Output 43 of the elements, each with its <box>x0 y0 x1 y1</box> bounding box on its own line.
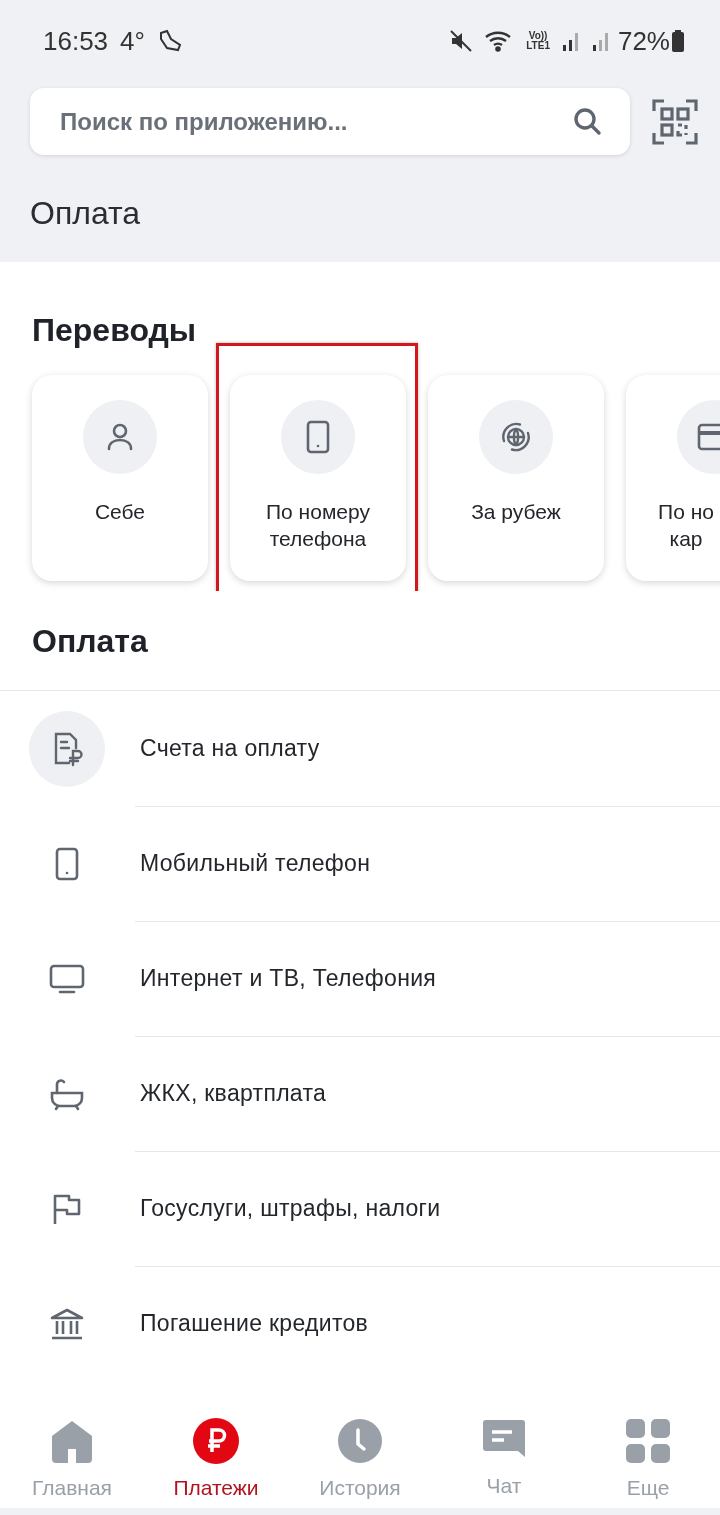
payment-item[interactable]: Погашение кредитов <box>0 1266 720 1381</box>
signal-icon <box>591 31 610 51</box>
card-label: Себе <box>93 499 147 525</box>
item-label: Погашение кредитов <box>140 1310 369 1337</box>
clock-icon <box>337 1418 383 1464</box>
qr-code-icon[interactable] <box>652 98 698 145</box>
payment-item[interactable]: Счета на оплату <box>0 691 720 806</box>
section-title: Оплата <box>32 623 149 660</box>
search-field[interactable]: Поиск по приложению... <box>30 88 630 155</box>
ruble-icon <box>193 1418 239 1464</box>
search-icon <box>572 106 602 136</box>
bank-icon <box>49 1306 85 1341</box>
network-label: LTE1 <box>526 41 550 51</box>
nav-tab[interactable]: Платежи <box>144 1400 288 1508</box>
battery-percent: 72% <box>617 25 670 57</box>
signal-icon <box>561 31 580 51</box>
item-label: ЖКХ, квартплата <box>140 1080 327 1107</box>
transfer-card[interactable]: По номеру телефона <box>230 375 406 581</box>
card-label: За рубеж <box>470 499 562 525</box>
payment-item[interactable]: ЖКХ, квартплата <box>0 1036 720 1151</box>
item-label: Счета на оплату <box>140 735 320 762</box>
payment-item[interactable]: Интернет и ТВ, Телефония <box>0 921 720 1036</box>
tv-icon <box>49 962 85 995</box>
network-label: Vo)) <box>528 31 548 41</box>
payment-item[interactable]: Мобильный телефон <box>0 806 720 921</box>
transfer-card[interactable]: По но кар <box>626 375 720 581</box>
bathtub-icon <box>49 1076 85 1111</box>
temperature: 4° <box>120 25 145 57</box>
item-label: Госуслуги, штрафы, налоги <box>140 1195 441 1222</box>
item-label: Интернет и ТВ, Телефония <box>140 965 437 992</box>
card-label: По но кар <box>657 499 715 552</box>
clock-time: 16:53 <box>43 25 109 57</box>
battery-icon <box>672 30 684 52</box>
payment-item[interactable]: Госуслуги, штрафы, налоги <box>0 1151 720 1266</box>
home-icon <box>49 1418 95 1464</box>
page-title: Оплата <box>30 195 142 232</box>
transfer-card[interactable]: За рубеж <box>428 375 604 581</box>
card-label: По номеру телефона <box>265 499 371 552</box>
menu-icon <box>625 1418 671 1464</box>
item-label: Мобильный телефон <box>140 850 371 877</box>
mute-icon <box>450 30 473 52</box>
section-title: Переводы <box>32 312 198 349</box>
transfer-card[interactable]: Себе <box>32 375 208 581</box>
